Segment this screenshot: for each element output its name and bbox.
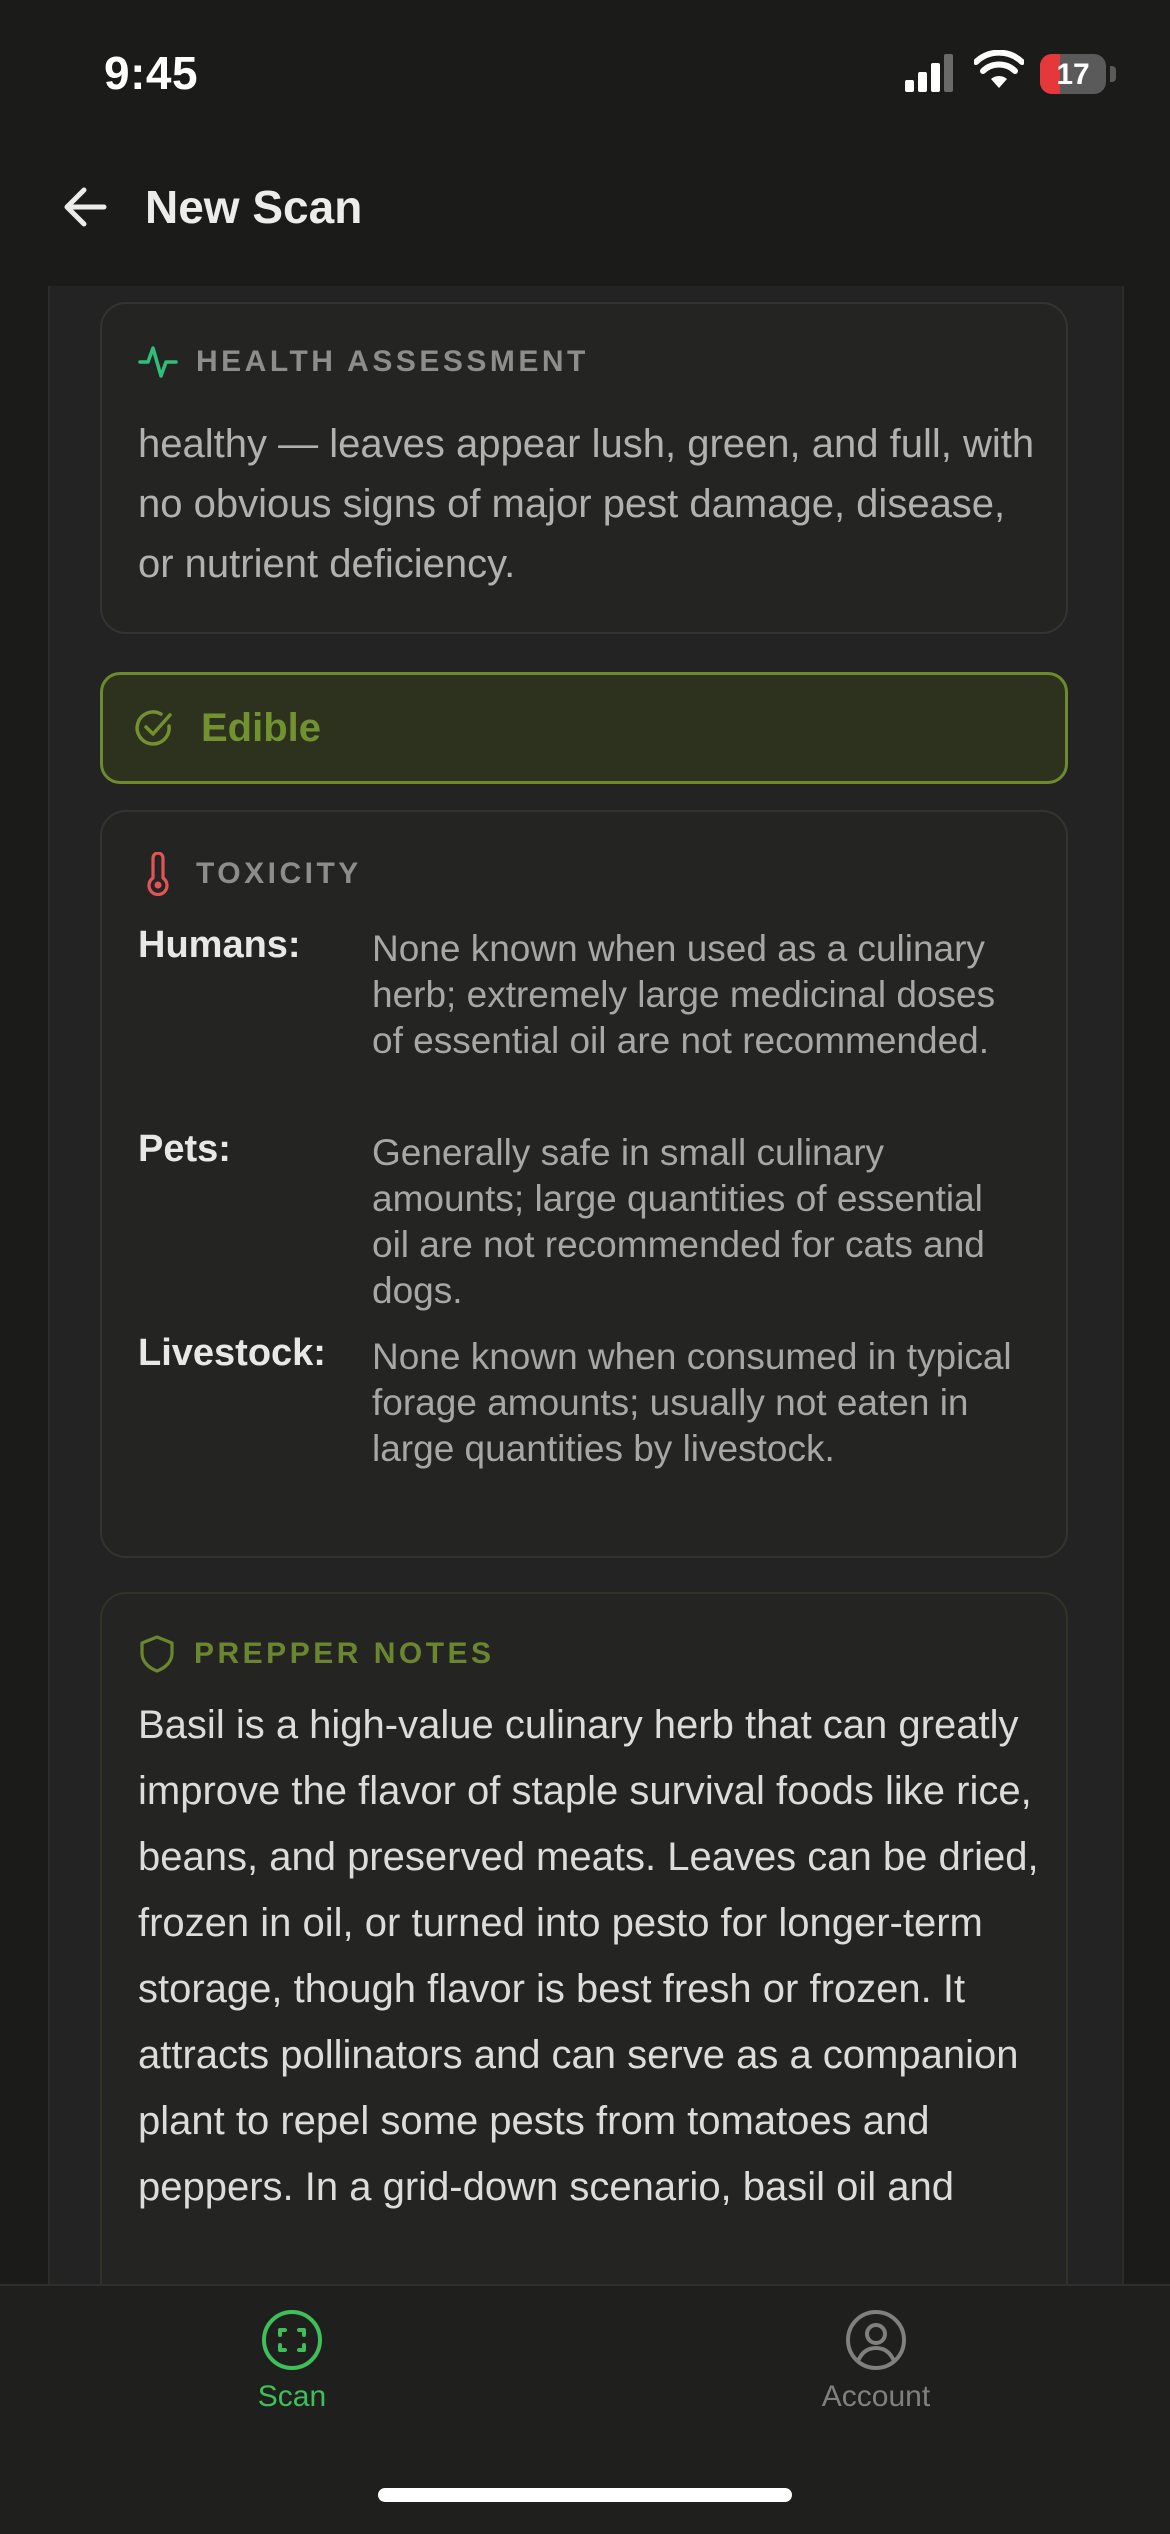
toxicity-card: TOXICITY Humans: None known when used as… [100,810,1068,1558]
toxicity-key-livestock: Livestock: [138,1332,326,1374]
edibility-label: Edible [201,705,322,750]
prepper-notes-text: Basil is a high-value culinary herb that… [138,1703,1039,2209]
toxicity-value-livestock: None known when consumed in typical fora… [372,1336,1012,1469]
edibility-badge: Edible [100,672,1068,784]
battery-percentage: 17 [1056,58,1090,91]
status-bar: 9:45 17 [0,0,1170,140]
battery-icon: 17 [1040,54,1106,94]
home-indicator[interactable] [378,2488,792,2502]
tab-scan-label: Scan [257,2380,327,2413]
scan-icon [262,2310,322,2370]
pulse-icon [138,346,178,378]
check-circle-icon [135,710,172,746]
health-assessment-text: healthy — leaves appear lush, green, and… [138,422,1035,586]
scan-results-scroll[interactable]: HEALTH ASSESSMENT healthy — leaves appea… [48,286,1124,2284]
shield-icon [140,1635,174,1673]
toxicity-value-pets: Generally safe in small culinary amounts… [372,1132,985,1311]
back-arrow-icon[interactable] [62,184,108,230]
cellular-signal-icon [905,54,953,92]
prepper-notes-card: PREPPER NOTES Basil is a high-value culi… [100,1592,1068,2284]
prepper-notes-header: PREPPER NOTES [138,1634,495,1674]
page-title: New Scan [145,181,363,233]
wifi-icon [974,50,1024,88]
toxicity-header: TOXICITY [138,852,362,896]
toxicity-key-pets: Pets: [138,1128,231,1170]
nav-bar: New Scan [0,150,1170,280]
tab-scan[interactable]: Scan [162,2308,422,2414]
tab-account-label: Account [821,2380,931,2413]
health-assessment-header: HEALTH ASSESSMENT [138,344,589,380]
battery-cap [1110,66,1116,82]
account-icon [846,2310,906,2370]
tab-account[interactable]: Account [746,2308,1006,2414]
thermometer-icon [147,852,169,896]
health-assessment-card: HEALTH ASSESSMENT healthy — leaves appea… [100,302,1068,634]
toxicity-label: TOXICITY [196,857,362,890]
prepper-notes-label: PREPPER NOTES [194,1637,495,1670]
toxicity-value-humans: None known when used as a culinary herb;… [372,928,996,1061]
status-time: 9:45 [104,47,199,99]
toxicity-key-humans: Humans: [138,924,301,966]
health-assessment-label: HEALTH ASSESSMENT [196,345,589,378]
